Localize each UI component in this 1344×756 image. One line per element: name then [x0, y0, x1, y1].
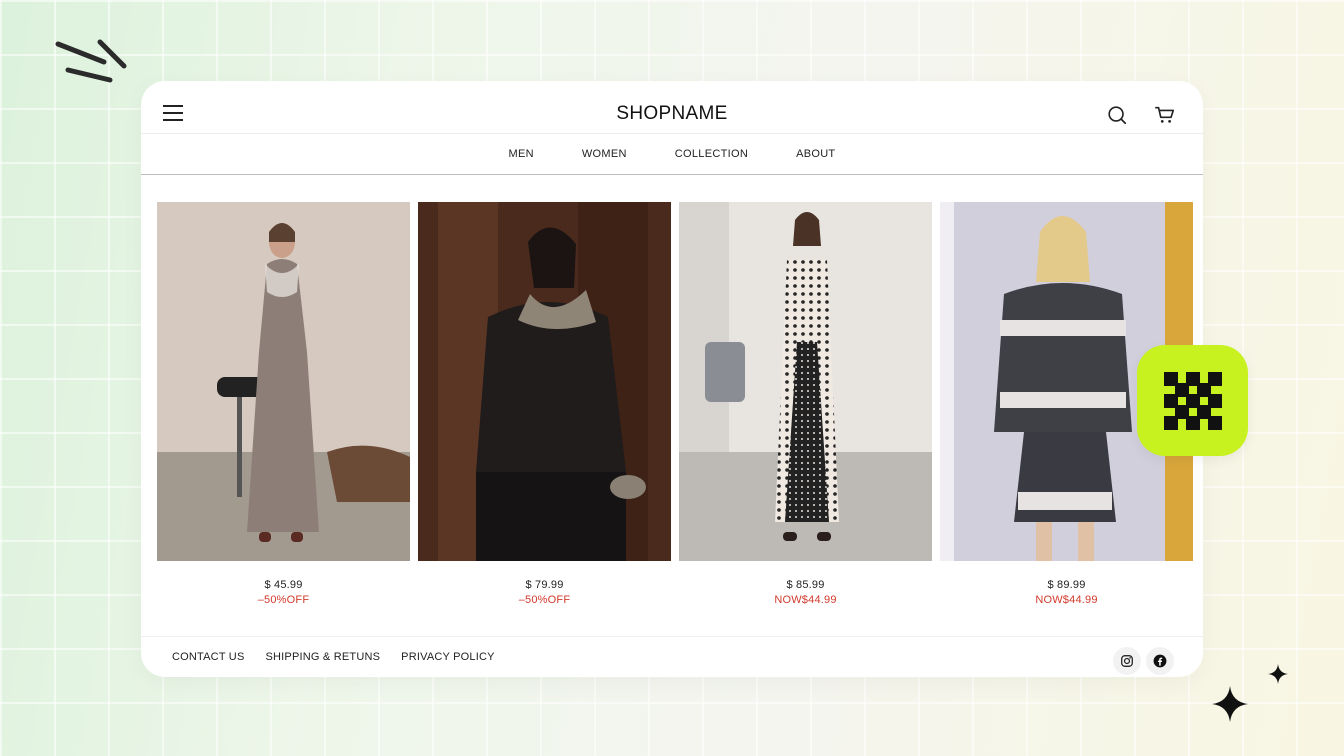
product-image[interactable]	[157, 202, 410, 561]
footer-link-shipping[interactable]: SHIPPING & RETUNS	[266, 651, 381, 663]
search-icon[interactable]	[1106, 104, 1128, 126]
shop-title: SHOPNAME	[616, 103, 728, 124]
product-grid: $ 45.99 –50%OFF $ 79.99 –50%OFF $ 85.99 …	[157, 202, 1193, 606]
nav-item-collection[interactable]: COLLECTION	[675, 148, 748, 160]
product-price: $ 89.99	[1047, 579, 1086, 591]
product-promo: NOW$44.99	[774, 594, 837, 606]
product-card[interactable]: $ 79.99 –50%OFF	[418, 202, 671, 606]
footer: CONTACT US SHIPPING & RETUNS PRIVACY POL…	[141, 636, 1203, 677]
facebook-icon[interactable]	[1146, 647, 1174, 675]
nav-item-men[interactable]: MEN	[509, 148, 534, 160]
nav-item-women[interactable]: WOMEN	[582, 148, 627, 160]
sparkle-stars-decoration	[1212, 664, 1288, 722]
product-card[interactable]: $ 85.99 NOW$44.99	[679, 202, 932, 606]
nav-item-about[interactable]: ABOUT	[796, 148, 835, 160]
main-nav: MEN WOMEN COLLECTION ABOUT	[141, 134, 1203, 175]
product-card[interactable]: $ 45.99 –50%OFF	[157, 202, 410, 606]
product-image[interactable]	[418, 202, 671, 561]
checker-logo-icon	[1163, 371, 1222, 430]
footer-link-contact[interactable]: CONTACT US	[172, 651, 245, 663]
product-promo: –50%OFF	[257, 594, 310, 606]
product-promo: NOW$44.99	[1035, 594, 1098, 606]
product-image[interactable]	[679, 202, 932, 561]
header: SHOPNAME	[141, 81, 1203, 134]
instagram-icon[interactable]	[1113, 647, 1141, 675]
shop-window: SHOPNAME MEN WOMEN COLLECTION ABOUT $ 45…	[141, 81, 1203, 677]
product-price: $ 85.99	[786, 579, 825, 591]
brand-logo-badge	[1137, 345, 1248, 456]
footer-links: CONTACT US SHIPPING & RETUNS PRIVACY POL…	[172, 651, 495, 663]
footer-link-privacy[interactable]: PRIVACY POLICY	[401, 651, 494, 663]
product-price: $ 79.99	[525, 579, 564, 591]
product-promo: –50%OFF	[518, 594, 571, 606]
shopping-cart-icon[interactable]	[1154, 104, 1176, 126]
product-price: $ 45.99	[264, 579, 303, 591]
sparkle-lines-decoration	[55, 39, 127, 83]
